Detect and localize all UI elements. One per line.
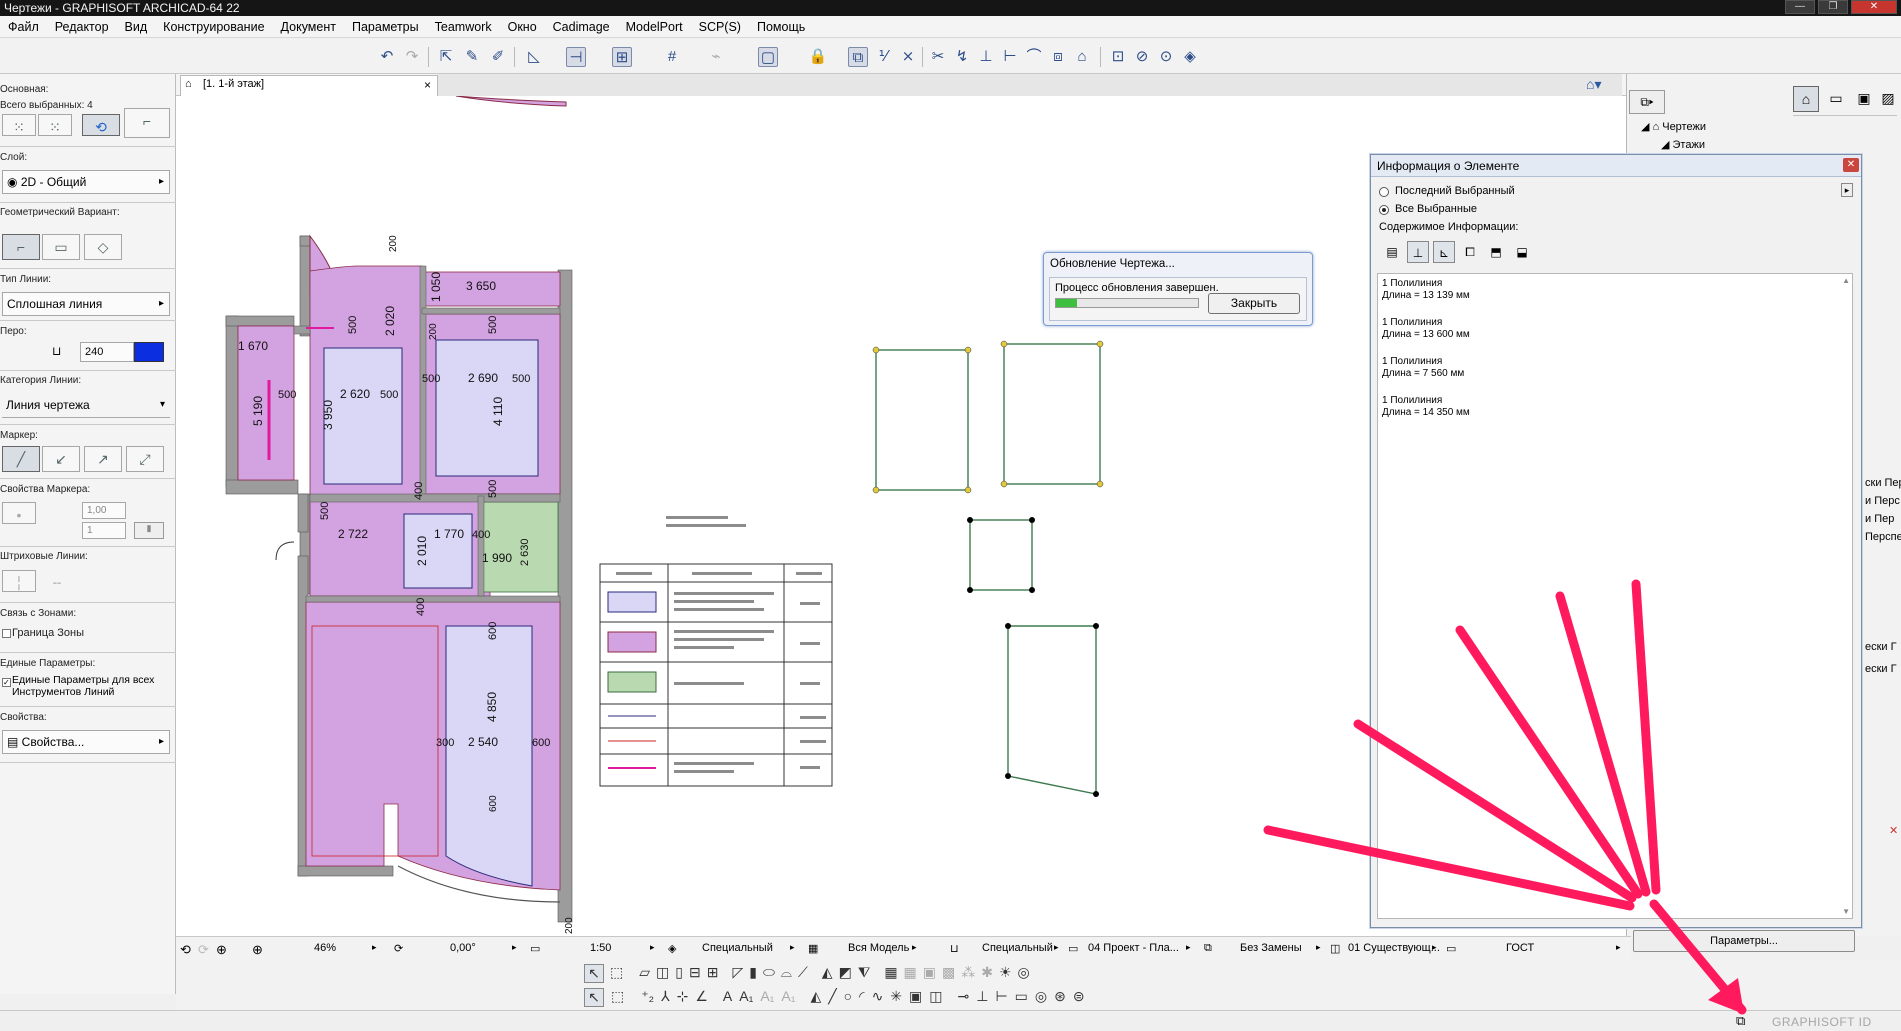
annotation-arrow [1353, 719, 1637, 903]
annotation-arrows [1263, 579, 1747, 1015]
arrow-head-icon [1708, 978, 1744, 1014]
annotation-arrow [1263, 825, 1635, 911]
annotation-arrow [1631, 579, 1661, 895]
